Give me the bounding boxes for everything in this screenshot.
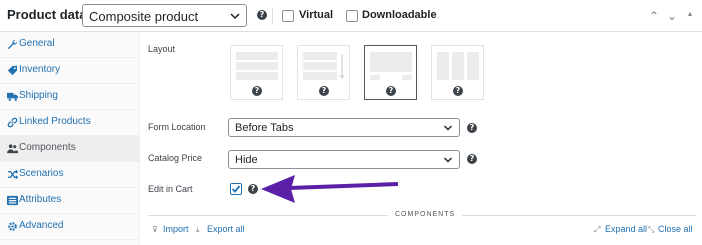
export-icon: ⤓ [196, 225, 200, 234]
import-icon: ⊽ [152, 225, 158, 234]
section-divider-right [462, 215, 696, 216]
chevron-down-icon [230, 13, 240, 20]
gear-icon [8, 222, 17, 231]
expand-all-link[interactable]: Expand all [605, 224, 647, 234]
layout-option-paged[interactable]: ? [364, 45, 417, 100]
chevron-down-icon [444, 125, 452, 131]
layout-tabs-icon [437, 52, 479, 80]
downloadable-label: Downloadable [362, 9, 437, 21]
collapse-icon: ⤡ [648, 225, 655, 234]
checkmark-icon [231, 185, 241, 193]
sidebar-item-components[interactable]: Components [0, 136, 140, 162]
layout-progressive-icon [303, 52, 345, 80]
sidebar-item-scenarios[interactable]: Scenarios [0, 162, 140, 188]
link-icon [7, 117, 18, 128]
product-type-value: Composite product [89, 9, 199, 24]
sidebar-item-label: Shipping [19, 90, 58, 101]
layout-paged-icon [370, 52, 412, 80]
layout-option-single[interactable]: ? [230, 45, 283, 100]
panel-controls: ⌃ ⌄ ▴ [648, 9, 696, 23]
sidebar-item-label: Components [19, 142, 76, 153]
list-icon [7, 195, 18, 206]
sidebar-item-label: Linked Products [19, 116, 91, 127]
product-data-tabs: General Inventory Shipping Linked Produc… [0, 32, 140, 245]
help-icon[interactable]: ? [467, 123, 477, 133]
help-icon[interactable]: ? [453, 86, 463, 96]
sidebar-item-label: Advanced [19, 220, 64, 231]
product-data-header: Product data — Composite product ? Virtu… [0, 0, 702, 32]
close-all-link[interactable]: Close all [658, 224, 693, 234]
catalog-price-label: Catalog Price [148, 153, 203, 163]
help-icon[interactable]: ? [319, 86, 329, 96]
sidebar-item-advanced[interactable]: Advanced [0, 214, 140, 240]
sidebar-item-attributes[interactable]: Attributes [0, 188, 140, 214]
product-type-select[interactable]: Composite product [82, 4, 247, 27]
wrench-icon [7, 39, 18, 50]
form-location-label: Form Location [148, 122, 206, 132]
sidebar-item-linked-products[interactable]: Linked Products [0, 110, 140, 136]
help-icon[interactable]: ? [467, 154, 477, 164]
help-icon[interactable]: ? [252, 86, 262, 96]
edit-in-cart-checkbox[interactable] [230, 183, 242, 195]
layout-option-progressive[interactable]: ? [297, 45, 350, 100]
move-down-icon[interactable]: ⌄ [666, 9, 678, 23]
layout-option-tabs[interactable]: ? [431, 45, 484, 100]
annotation-arrow [261, 175, 399, 203]
header-divider [272, 8, 273, 24]
edit-in-cart-label: Edit in Cart [148, 184, 193, 194]
truck-icon [7, 92, 18, 101]
components-section-title: COMPONENTS [395, 211, 456, 218]
move-up-icon[interactable]: ⌃ [648, 9, 660, 23]
export-all-link[interactable]: Export all [207, 224, 245, 234]
help-icon[interactable]: ? [257, 10, 267, 20]
sidebar-item-inventory[interactable]: Inventory [0, 58, 140, 84]
chevron-down-icon [444, 157, 452, 163]
catalog-price-value: Hide [235, 154, 258, 166]
layout-single-icon [236, 52, 278, 80]
sidebar-item-label: Attributes [19, 194, 62, 205]
layout-label: Layout [148, 44, 176, 54]
sidebar-item-label: Inventory [19, 64, 61, 75]
help-icon[interactable]: ? [386, 86, 396, 96]
section-divider-left [148, 215, 388, 216]
form-location-select[interactable]: Before Tabs [228, 118, 460, 137]
expand-icon: ⤢ [594, 225, 601, 234]
toggle-panel-icon[interactable]: ▴ [684, 9, 696, 23]
sidebar-item-label: Scenarios [19, 168, 64, 179]
tag-icon [7, 65, 18, 76]
people-icon [7, 144, 18, 154]
sidebar-item-shipping[interactable]: Shipping [0, 84, 140, 110]
sidebar-item-general[interactable]: General [0, 32, 140, 58]
virtual-checkbox[interactable] [282, 10, 294, 22]
form-location-value: Before Tabs [235, 122, 294, 134]
components-panel: Layout ? ? ? ? Form Location Before Tabs… [140, 32, 702, 245]
downloadable-checkbox[interactable] [346, 10, 358, 22]
import-link[interactable]: Import [163, 224, 189, 234]
catalog-price-select[interactable]: Hide [228, 150, 460, 169]
virtual-label: Virtual [299, 9, 334, 21]
shuffle-icon [7, 169, 18, 180]
sidebar-item-label: General [19, 38, 55, 49]
